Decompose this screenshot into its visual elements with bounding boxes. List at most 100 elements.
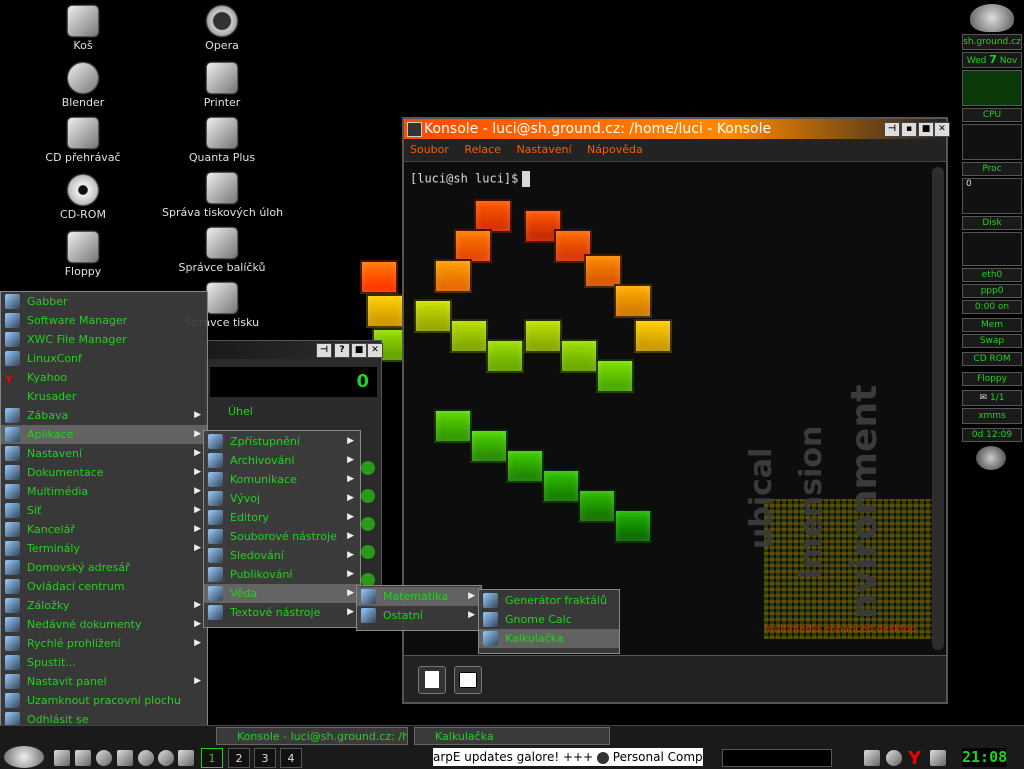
desktop-icon-cdrom[interactable]: CD-ROM xyxy=(23,175,143,221)
konsole-titlebar[interactable]: Konsole - luci@sh.ground.cz: /home/luci … xyxy=(404,119,950,139)
tray-input[interactable] xyxy=(722,749,832,767)
desktop-icon-trash[interactable]: Koš xyxy=(23,6,143,52)
submenu-item-archivovani[interactable]: Archivování ▶ xyxy=(204,451,360,470)
desktop-icon-cd-player[interactable]: CD přehrávač xyxy=(23,118,143,164)
desktop-icon-package-manager[interactable]: Správce balíčků xyxy=(162,228,282,274)
menu-item-gabber[interactable]: Gabber xyxy=(1,292,207,311)
submenu-item-generator-fraktalu[interactable]: Generátor fraktálů xyxy=(479,591,619,610)
desktop-1-button[interactable]: 1 xyxy=(201,748,223,768)
submenu-item-publikovani[interactable]: Publikování ▶ xyxy=(204,565,360,584)
submenu-arrow-icon: ▶ xyxy=(194,619,201,629)
menu-item-label: Spustit... xyxy=(27,656,76,669)
submenu-item-kalkulacka[interactable]: Kalkulačka xyxy=(479,629,619,648)
desktop-icon-floppy[interactable]: Floppy xyxy=(23,232,143,278)
menu-item-sit[interactable]: Síť ▶ xyxy=(1,501,207,520)
desktop-2-button[interactable]: 2 xyxy=(228,748,250,768)
network-tray-icon[interactable] xyxy=(886,750,902,766)
show-desktop-icon[interactable] xyxy=(54,750,70,766)
konsole-app-icon[interactable] xyxy=(407,122,422,137)
k-menu-button[interactable] xyxy=(4,746,44,768)
menu-item-software-manager[interactable]: Software Manager xyxy=(1,311,207,330)
calculator-titlebar[interactable]: ⊣ ? ■ ✕ xyxy=(206,341,383,359)
task-konsole[interactable]: Konsole - luci@sh.ground.cz: /hom xyxy=(216,727,408,745)
terminal-scrollbar[interactable] xyxy=(932,167,944,650)
menu-item-multimedia[interactable]: Multimédia ▶ xyxy=(1,482,207,501)
help-icon[interactable]: ? xyxy=(334,343,350,358)
blender-icon[interactable] xyxy=(158,750,174,766)
desktop-icon-blender[interactable]: Blender xyxy=(23,63,143,109)
submenu-item-sledovani[interactable]: Sledování ▶ xyxy=(204,546,360,565)
sticky-icon[interactable]: ⊣ xyxy=(884,122,900,137)
menu-item-kyahoo[interactable]: Y Kyahoo xyxy=(1,368,207,387)
minimize-icon[interactable]: ▪ xyxy=(901,122,917,137)
menu-item-xwc-file-manager[interactable]: XWC File Manager xyxy=(1,330,207,349)
menu-item-kancelar[interactable]: Kancelář ▶ xyxy=(1,520,207,539)
maximize-icon[interactable]: ■ xyxy=(351,343,367,358)
menu-item-zalozky[interactable]: Záložky ▶ xyxy=(1,596,207,615)
monitor-xmms[interactable]: xmms xyxy=(962,408,1022,424)
desktop-3-button[interactable]: 3 xyxy=(254,748,276,768)
menu-item-krusader[interactable]: Krusader xyxy=(1,387,207,406)
monitor-cdrom[interactable]: CD ROM xyxy=(962,352,1022,366)
menu-item-nastaveni[interactable]: Nastavení ▶ xyxy=(1,444,207,463)
window-list-icon[interactable] xyxy=(75,750,91,766)
menu-item-terminaly[interactable]: Terminály ▶ xyxy=(1,539,207,558)
menu-item-nastavit-panel[interactable]: Nastavit panel ▶ xyxy=(1,672,207,691)
menu-relace[interactable]: Relace xyxy=(464,143,501,156)
menu-item-label: Uzamknout pracovní plochu xyxy=(27,694,181,707)
close-icon[interactable]: ✕ xyxy=(934,122,950,137)
desktop-icon-label: Quanta Plus xyxy=(188,151,256,164)
browser-icon[interactable] xyxy=(138,750,154,766)
menu-soubor[interactable]: Soubor xyxy=(410,143,449,156)
tools-icon[interactable] xyxy=(178,750,194,766)
clock[interactable]: 21:08 xyxy=(962,748,1007,767)
session-icon[interactable] xyxy=(454,666,482,694)
sticky-icon[interactable]: ⊣ xyxy=(316,343,332,358)
home-icon[interactable] xyxy=(117,750,133,766)
lock-icon[interactable] xyxy=(864,750,880,766)
menu-item-label: Záložky xyxy=(27,599,70,612)
calculator-angle-label: Úhel xyxy=(228,405,253,418)
menu-item-nedavne-dokumenty[interactable]: Nedávné dokumenty ▶ xyxy=(1,615,207,634)
menu-item-aplikace[interactable]: Aplikace ▶ xyxy=(1,425,207,444)
menu-napoveda[interactable]: Nápověda xyxy=(587,143,643,156)
desktop-icon-printer[interactable]: Printer xyxy=(162,63,282,109)
refresh-icon[interactable] xyxy=(96,750,112,766)
desktop-4-button[interactable]: 4 xyxy=(280,748,302,768)
menu-item-dokumentace[interactable]: Dokumentace ▶ xyxy=(1,463,207,482)
close-icon[interactable]: ✕ xyxy=(367,343,383,358)
submenu-item-komunikace[interactable]: Komunikace ▶ xyxy=(204,470,360,489)
submenu-item-souborove-nastroje[interactable]: Souborové nástroje ▶ xyxy=(204,527,360,546)
submenu-item-editory[interactable]: Editory ▶ xyxy=(204,508,360,527)
menu-item-spustit[interactable]: Spustit... xyxy=(1,653,207,672)
desktop-icon-quanta[interactable]: Quanta Plus xyxy=(162,118,282,164)
yahoo-tray-icon[interactable]: Y xyxy=(908,748,921,769)
submenu-item-zpristupneni[interactable]: Zpřístupnění ▶ xyxy=(204,432,360,451)
desktop-icon-print-jobs[interactable]: Správa tiskových úloh xyxy=(162,173,283,219)
submenu-item-gnome-calc[interactable]: Gnome Calc xyxy=(479,610,619,629)
desktop-icon-opera[interactable]: Opera xyxy=(162,6,282,52)
news-ticker[interactable]: arpE updates galore! +++ Personal Comput… xyxy=(433,748,703,766)
new-session-icon[interactable] xyxy=(418,666,446,694)
menu-item-domovsky-adresar[interactable]: Domovský adresář xyxy=(1,558,207,577)
menu-item-uzamknout[interactable]: Uzamknout pracovní plochu xyxy=(1,691,207,710)
calculator-buttons[interactable] xyxy=(361,461,377,587)
ticker-link[interactable]: Personal Computer xyxy=(613,750,703,764)
monitor-floppy[interactable]: Floppy xyxy=(962,372,1022,386)
menu-item-ovladaci-centrum[interactable]: Ovládací centrum xyxy=(1,577,207,596)
task-label: Kalkulačka xyxy=(435,730,494,743)
submenu-item-textove-nastroje[interactable]: Textové nástroje ▶ xyxy=(204,603,360,622)
submenu-item-matematika[interactable]: Matematika ▶ xyxy=(357,587,481,606)
maximize-icon[interactable]: ■ xyxy=(918,122,934,137)
monitor-mail[interactable]: ✉ 1/1 xyxy=(962,390,1022,406)
menu-item-rychle-prohlizeni[interactable]: Rychlé prohlížení ▶ xyxy=(1,634,207,653)
submenu-item-ostatni[interactable]: Ostatní ▶ xyxy=(357,606,481,625)
menu-nastaveni[interactable]: Nastavení xyxy=(516,143,571,156)
menu-item-zabava[interactable]: Zábava ▶ xyxy=(1,406,207,425)
submenu-item-veda[interactable]: Věda ▶ xyxy=(204,584,360,603)
menu-item-label: Krusader xyxy=(27,390,77,403)
submenu-item-vyvoj[interactable]: Vývoj ▶ xyxy=(204,489,360,508)
task-kalkulacka[interactable]: Kalkulačka xyxy=(414,727,610,745)
menu-item-linuxconf[interactable]: LinuxConf xyxy=(1,349,207,368)
clipboard-icon[interactable] xyxy=(930,750,946,766)
